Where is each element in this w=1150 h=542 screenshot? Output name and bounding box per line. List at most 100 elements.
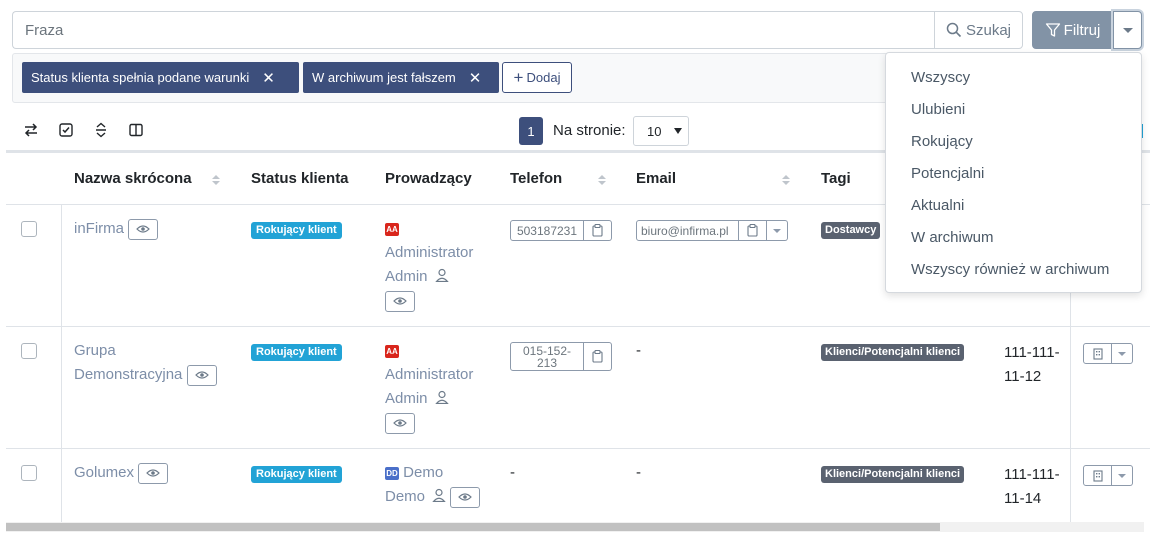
email-empty: - — [636, 342, 641, 359]
tag-badge: Klienci/Potencjalni klienci — [821, 344, 965, 361]
email-empty: - — [636, 464, 641, 481]
phone-empty: - — [510, 464, 515, 481]
manager-first-name[interactable]: Demo — [403, 464, 443, 481]
nip-line: 111-111- — [1004, 344, 1060, 361]
filter-chip-status[interactable]: Status klienta spełnia podane warunki ✕ — [22, 62, 299, 93]
column-header-name[interactable]: Nazwa skrócona — [74, 170, 192, 187]
client-name: inFirma — [74, 220, 125, 237]
filter-dropdown-toggle[interactable] — [1113, 11, 1142, 49]
manager-cell: AA Administrator Admin — [385, 339, 495, 435]
filter-icon — [1045, 23, 1060, 37]
search-input[interactable] — [12, 11, 934, 49]
filter-dropdown-menu: Wszyscy Ulubieni Rokujący Potencjalni Ak… — [885, 52, 1142, 293]
phone-field: 015-152- 213 — [510, 342, 612, 371]
filter-chip-archive[interactable]: W archiwum jest fałszem ✕ — [303, 62, 499, 93]
filter-chip-label: W archiwum jest fałszem — [312, 70, 456, 85]
menu-item-favorites[interactable]: Ulubieni — [886, 93, 1141, 125]
search-button[interactable]: Szukaj — [934, 11, 1023, 49]
menu-item-current[interactable]: Aktualni — [886, 189, 1141, 221]
horizontal-scrollbar[interactable] — [6, 522, 1144, 532]
client-name: Golumex — [74, 464, 135, 481]
manager-last-name[interactable]: Demo — [385, 488, 425, 505]
eye-icon[interactable] — [450, 486, 481, 508]
row-checkbox[interactable] — [21, 465, 37, 481]
column-header-status[interactable]: Status klienta — [251, 170, 349, 187]
menu-item-all-including-archived[interactable]: Wszyscy również w archiwum — [886, 253, 1141, 285]
row-checkbox[interactable] — [21, 221, 37, 237]
clipboard-icon[interactable] — [584, 220, 612, 241]
clipboard-icon[interactable] — [739, 220, 767, 241]
client-name: Demonstracyjna — [74, 366, 183, 383]
manager-last-name[interactable]: Admin — [385, 390, 428, 407]
search-button-label: Szukaj — [965, 21, 1012, 39]
per-page-select[interactable]: 10 — [633, 116, 689, 146]
page-1-button[interactable]: 1 — [519, 117, 543, 145]
phone-line: 213 — [536, 355, 558, 370]
swap-icon[interactable] — [21, 120, 41, 140]
chevron-down-icon[interactable] — [1112, 343, 1133, 364]
eye-icon[interactable] — [138, 462, 169, 484]
building-icon[interactable] — [1083, 465, 1112, 486]
client-name-link[interactable]: Grupa Demonstracyjna — [74, 339, 217, 387]
eye-icon[interactable] — [128, 218, 159, 240]
filter-button[interactable]: Filtruj — [1032, 11, 1113, 49]
email-field: biuro@infirma.pl — [636, 220, 788, 241]
manager-cell: AA Administrator Admin — [385, 217, 495, 313]
client-name-link[interactable]: Golumex — [74, 461, 169, 485]
client-name-link[interactable]: inFirma — [74, 217, 159, 241]
table-row: Grupa Demonstracyjna Rokujący klient AA … — [6, 327, 1150, 449]
plus-icon: + — [513, 67, 524, 87]
column-header-manager[interactable]: Prowadzący — [385, 170, 472, 187]
manager-first-name[interactable]: Administrator — [385, 363, 495, 387]
filter-chip-label: Status klienta spełnia podane warunki — [31, 70, 250, 85]
chevron-down-icon — [674, 128, 682, 134]
search-bar: Szukaj Filtruj — [12, 11, 1142, 49]
phone-field: 503187231 — [510, 220, 612, 241]
sort-icon[interactable] — [779, 172, 793, 188]
chevron-down-icon[interactable] — [1112, 465, 1133, 486]
row-actions — [1083, 343, 1133, 364]
tag-badge: Klienci/Potencjalni klienci — [821, 466, 965, 483]
manager-cell: DD Demo Demo — [385, 461, 495, 509]
close-icon[interactable]: ✕ — [469, 69, 482, 87]
eye-icon[interactable] — [385, 290, 415, 312]
clipboard-icon[interactable] — [584, 342, 612, 371]
tag-badge: Dostawcy — [821, 222, 881, 239]
row-checkbox[interactable] — [21, 343, 37, 359]
manager-first-name[interactable]: Administrator — [385, 241, 495, 265]
scrollbar-thumb[interactable] — [6, 523, 940, 531]
eye-icon[interactable] — [186, 364, 217, 386]
phone-value[interactable]: 503187231 — [510, 220, 584, 241]
email-value[interactable]: biuro@infirma.pl — [636, 220, 739, 241]
eye-icon[interactable] — [385, 412, 415, 434]
menu-item-all[interactable]: Wszyscy — [886, 61, 1141, 93]
user-icon — [434, 390, 449, 405]
phone-line: 015-152- — [522, 343, 572, 358]
columns-icon[interactable] — [126, 120, 146, 140]
per-page-value: 10 — [647, 123, 662, 139]
nip-cell: 111-111- 11-14 — [1004, 463, 1074, 511]
chevron-down-icon — [1122, 27, 1133, 33]
column-header-phone[interactable]: Telefon — [510, 170, 562, 187]
phone-value[interactable]: 015-152- 213 — [510, 342, 584, 371]
check-square-icon[interactable] — [56, 120, 76, 140]
status-badge: Rokujący klient — [251, 466, 342, 483]
sort-icon[interactable] — [595, 172, 609, 188]
menu-item-potential[interactable]: Potencjalni — [886, 157, 1141, 189]
add-filter-button[interactable]: + Dodaj — [502, 62, 572, 93]
sort-icon[interactable] — [209, 172, 223, 188]
menu-item-archived[interactable]: W archiwum — [886, 221, 1141, 253]
column-header-tags[interactable]: Tagi — [821, 170, 851, 187]
avatar: AA — [385, 344, 399, 358]
status-badge: Rokujący klient — [251, 344, 342, 361]
nip-line: 11-14 — [1004, 490, 1042, 507]
chevron-down-icon[interactable] — [767, 220, 788, 241]
close-icon[interactable]: ✕ — [262, 69, 275, 87]
expand-vertical-icon[interactable] — [91, 120, 111, 140]
building-icon[interactable] — [1083, 343, 1112, 364]
column-header-email[interactable]: Email — [636, 170, 676, 187]
manager-last-name[interactable]: Admin — [385, 268, 428, 285]
menu-item-promising[interactable]: Rokujący — [886, 125, 1141, 157]
avatar: DD — [385, 466, 399, 480]
nip-line: 11-12 — [1004, 368, 1042, 385]
